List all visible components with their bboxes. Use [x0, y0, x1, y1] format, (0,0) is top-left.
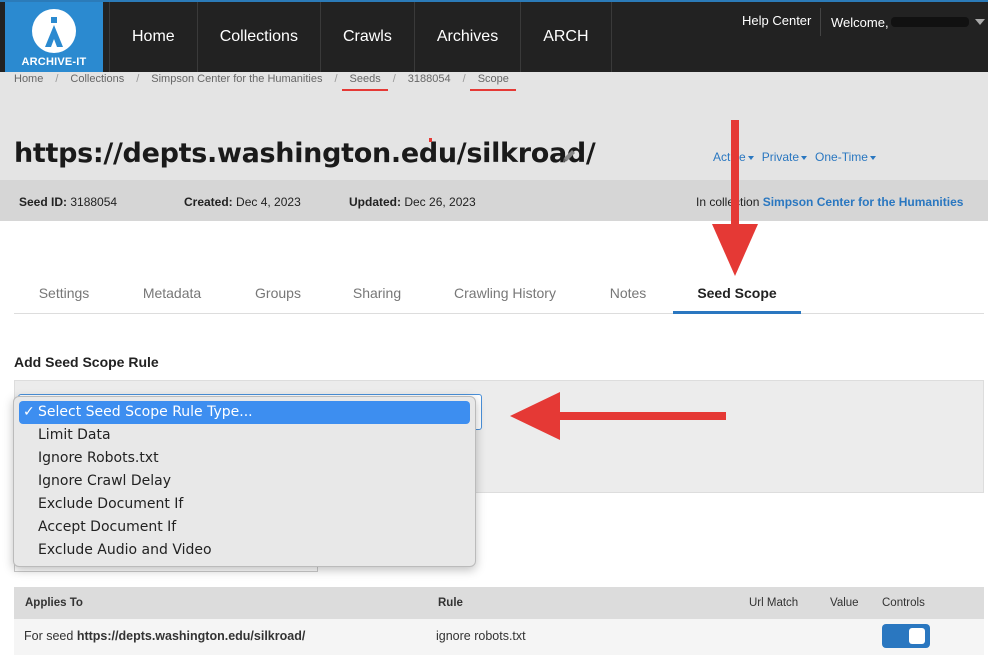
page-title: https://depts.washington.edu/silkroad/	[14, 138, 596, 169]
tab-metadata[interactable]: Metadata	[124, 270, 220, 314]
annotation-mark	[429, 138, 432, 142]
logo-mark-icon	[32, 8, 76, 53]
breadcrumb-scope: Scope	[469, 73, 517, 91]
top-navbar: ARCHIVE-IT Home Collections Crawls Archi…	[0, 0, 988, 74]
col-url-match: Url Match	[749, 597, 799, 609]
rules-table-header: Applies To Rule Url Match Value Controls	[14, 587, 984, 619]
applies-to-cell: For seed https://depts.washington.edu/si…	[24, 629, 306, 643]
nav-crawls[interactable]: Crawls	[321, 2, 415, 72]
tab-sharing[interactable]: Sharing	[336, 270, 418, 314]
option-exclude-audio-video[interactable]: Exclude Audio and Video	[19, 539, 470, 562]
option-accept-document-if[interactable]: Accept Document If	[19, 516, 470, 539]
annotation-arrow-left-icon	[510, 392, 726, 440]
option-ignore-robots[interactable]: Ignore Robots.txt	[19, 447, 470, 470]
welcome-text: Welcome,	[831, 14, 889, 30]
rule-cell: ignore robots.txt	[436, 629, 526, 643]
status-private-dropdown[interactable]: Private	[762, 150, 808, 164]
nav-arch[interactable]: ARCH	[521, 2, 612, 72]
breadcrumb-home[interactable]: Home	[14, 73, 43, 85]
pencil-icon[interactable]	[561, 148, 577, 164]
rule-enabled-toggle[interactable]	[882, 624, 930, 648]
col-controls: Controls	[882, 597, 925, 609]
option-ignore-crawl-delay[interactable]: Ignore Crawl Delay	[19, 470, 470, 493]
archive-it-logo[interactable]: ARCHIVE-IT	[5, 2, 103, 74]
option-limit-data[interactable]: Limit Data	[19, 424, 470, 447]
breadcrumb: Home / Collections / Simpson Center for th…	[14, 73, 517, 91]
user-menu[interactable]: Welcome,	[820, 8, 985, 36]
tab-settings[interactable]: Settings	[14, 270, 114, 314]
checkmark-icon: ✓	[23, 404, 35, 420]
seed-meta-band: Seed ID: 3188054 Created: Dec 4, 2023 Up…	[0, 180, 988, 221]
option-select-rule-type[interactable]: ✓ Select Seed Scope Rule Type...	[19, 401, 470, 424]
chevron-down-icon	[974, 19, 985, 25]
seed-id: Seed ID: 3188054	[19, 195, 118, 209]
rule-type-dropdown: ✓ Select Seed Scope Rule Type... Limit Da…	[13, 396, 476, 567]
updated-date: Updated: Dec 26, 2023	[349, 195, 476, 209]
breadcrumb-seeds[interactable]: Seeds	[341, 73, 388, 91]
col-rule: Rule	[438, 597, 463, 609]
breadcrumb-seed-id[interactable]: 3188054	[408, 73, 451, 85]
nav-archives[interactable]: Archives	[415, 2, 522, 72]
nav-home[interactable]: Home	[109, 2, 198, 72]
col-value: Value	[830, 597, 859, 609]
tab-groups[interactable]: Groups	[234, 270, 322, 314]
redacted-username	[890, 17, 969, 27]
breadcrumb-collection[interactable]: Simpson Center for the Humanities	[151, 73, 322, 85]
seed-tabs: Settings Metadata Groups Sharing Crawlin…	[14, 270, 984, 314]
logo-text: ARCHIVE-IT	[21, 55, 87, 68]
tab-notes[interactable]: Notes	[594, 270, 662, 314]
tab-crawling-history[interactable]: Crawling History	[442, 270, 568, 314]
section-title: Add Seed Scope Rule	[14, 354, 159, 370]
created-date: Created: Dec 4, 2023	[184, 195, 301, 209]
table-row: For seed https://depts.washington.edu/si…	[14, 619, 984, 655]
help-center-link[interactable]: Help Center	[742, 13, 811, 28]
annotation-arrow-down-icon	[712, 120, 758, 276]
main-nav: Home Collections Crawls Archives ARCH	[109, 2, 612, 72]
col-applies-to: Applies To	[25, 597, 83, 609]
collection-link[interactable]: Simpson Center for the Humanities	[763, 195, 964, 209]
breadcrumb-collections[interactable]: Collections	[70, 73, 124, 85]
nav-collections[interactable]: Collections	[198, 2, 321, 72]
option-exclude-document-if[interactable]: Exclude Document If	[19, 493, 470, 516]
status-frequency-dropdown[interactable]: One-Time	[815, 150, 876, 164]
